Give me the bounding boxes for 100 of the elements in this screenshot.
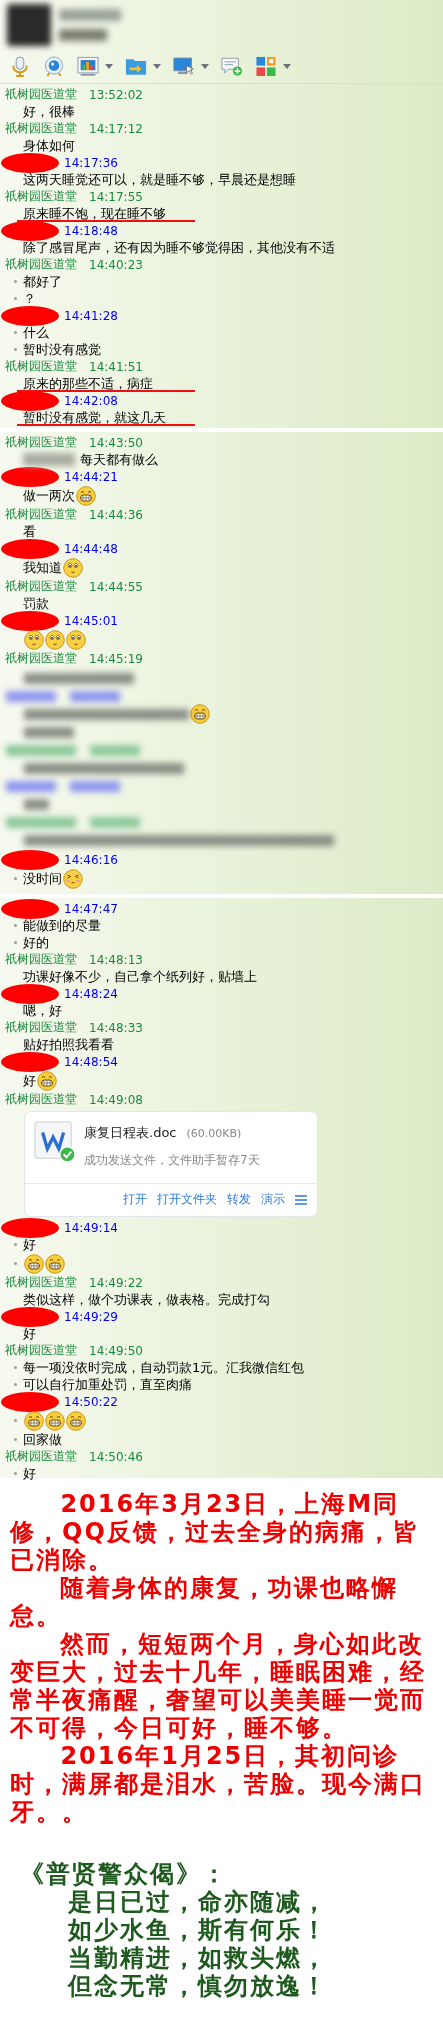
note-paragraph: 2016年1月25日，其初问诊时，满屏都是泪水，苦脸。现今满口牙。。 [10, 1742, 427, 1826]
message-text: 看 [23, 523, 36, 540]
sender-name: 祇树园医道堂 [4, 1274, 77, 1291]
sender-name: 祇树园医道堂 [4, 506, 77, 523]
blurred-text [6, 744, 76, 756]
file-action-link[interactable]: 转发 [227, 1191, 251, 1208]
verse-line: 如少水鱼，斯有何乐！ [67, 1916, 329, 1944]
message-time: 14:17:36 [64, 155, 118, 170]
redaction-mark [1, 390, 59, 411]
message-time: 14:49:14 [64, 1220, 118, 1235]
message-time: 14:48:13 [89, 952, 143, 967]
smiling-face-icon [63, 557, 83, 578]
message-time: 14:18:48 [64, 223, 118, 238]
monitor-cursor-icon [173, 56, 195, 77]
caret-icon [201, 64, 209, 69]
message-text: 好 [23, 1072, 36, 1089]
blurred-avatar [7, 4, 51, 46]
message-time: 14:41:51 [89, 359, 143, 374]
app-grid-icon [255, 56, 277, 77]
message-text: 都好了 [23, 273, 62, 290]
chart-screen-icon [77, 56, 99, 77]
message-text: 这两天睡觉还可以，就是睡不够，早晨还是想睡 [23, 171, 296, 188]
message-text: ？ [23, 290, 36, 307]
redaction-mark [1, 1306, 59, 1327]
message-text: 身体如何 [23, 137, 75, 154]
message-time: 14:42:08 [64, 393, 118, 408]
message-time: 14:45:01 [64, 613, 118, 628]
smiling-face-icon [24, 629, 44, 650]
message-time: 14:45:19 [89, 651, 143, 666]
sender-name: 祇树园医道堂 [4, 256, 77, 273]
note-paragraph: 2016年3月23日，上海M同修，QQ反馈，过去全身的病痛，皆已消除。 [10, 1490, 420, 1574]
blurred-text [6, 690, 56, 702]
message-time: 14:47:47 [64, 901, 118, 916]
blurred-text [59, 29, 107, 41]
sender-name: 祇树园医道堂 [4, 188, 77, 205]
redaction-mark [1, 538, 59, 559]
redaction-mark [1, 1217, 59, 1238]
redaction-mark [1, 849, 59, 870]
chat-add-button[interactable] [221, 56, 243, 77]
message-text: 原来睡不饱，现在睡不够 [23, 205, 166, 222]
message-text: 好 [23, 1325, 36, 1342]
redaction-mark [1, 466, 59, 487]
sender-name: 祇树园医道堂 [4, 1091, 77, 1108]
message-text: 回家做 [23, 1431, 62, 1448]
message-time: 14:44:36 [89, 507, 143, 522]
grinning-face-icon [76, 485, 96, 506]
folder-arrow-icon [125, 56, 147, 77]
redaction-mark [1, 1391, 59, 1412]
message-time: 14:50:46 [89, 1449, 143, 1464]
message-time: 14:49:29 [64, 1309, 118, 1324]
message-time: 14:41:28 [64, 308, 118, 323]
redaction-mark [1, 898, 59, 919]
note-paragraph: 然而，短短两个月，身心如此改变巨大，过去十几年，睡眠困难，经常半夜痛醒，奢望可以美美睡一觉而不可得，今日可好，睡不够。 [10, 1630, 427, 1742]
sender-name: 祇树园医道堂 [4, 1342, 77, 1359]
folder-button[interactable] [125, 56, 161, 77]
webcam-icon [43, 56, 65, 77]
redaction-mark [1, 983, 59, 1004]
file-status: 成功发送文件，文件助手暂存7天 [84, 1152, 260, 1169]
grinning-face-icon [66, 1410, 86, 1431]
message-time: 14:43:50 [89, 435, 143, 450]
verse-line: 当勤精进，如救头燃， [67, 1944, 329, 1972]
blurred-text [70, 690, 120, 702]
smiling-face-icon [66, 629, 86, 650]
sender-name: 祇树园医道堂 [4, 650, 77, 667]
monitor-button[interactable] [173, 56, 209, 77]
sender-name: 祇树园医道堂 [4, 578, 77, 595]
chat-add-icon [221, 56, 243, 77]
file-action-link[interactable]: 打开 [123, 1191, 147, 1208]
smiling-face-icon [45, 629, 65, 650]
message-text: 能做到的尽量 [23, 917, 101, 934]
message-text: 嗯，好 [23, 1002, 62, 1019]
message-time: 14:50:22 [64, 1394, 118, 1409]
file-size: (60.00KB) [186, 1127, 242, 1140]
blurred-text [70, 780, 120, 792]
redaction-mark [1, 305, 59, 326]
menu-icon[interactable] [295, 1194, 307, 1205]
message-time: 14:17:55 [89, 189, 143, 204]
message-text: 没时间 [23, 870, 62, 887]
message-time: 14:44:55 [89, 579, 143, 594]
file-action-link[interactable]: 打开文件夹 [157, 1191, 217, 1208]
file-action-link[interactable]: 演示 [261, 1191, 285, 1208]
message-text: 做一两次 [23, 487, 75, 504]
file-name: 康复日程表.doc [84, 1124, 177, 1142]
message-text: 除了感冒尾声，还有因为睡不够觉得困，其他没有不适 [23, 239, 335, 256]
chart-button[interactable] [77, 56, 113, 77]
redaction-mark [1, 152, 59, 173]
sender-name: 祇树园医道堂 [4, 434, 77, 451]
message-text: 我知道 [23, 559, 62, 576]
message-time: 14:49:22 [89, 1275, 143, 1290]
apps-button[interactable] [255, 56, 291, 77]
message-time: 14:48:33 [89, 1020, 143, 1035]
redaction-mark [1, 1051, 59, 1072]
webcam-button[interactable] [43, 56, 65, 77]
blushing-face-icon [63, 868, 83, 889]
redaction-mark [1, 610, 59, 631]
grinning-face-icon [45, 1410, 65, 1431]
message-text: 类似这样，做个功课表，做表格。完成打勾 [23, 1291, 270, 1308]
grinning-face-icon [24, 1410, 44, 1431]
message-text: 每天都有做么 [80, 451, 158, 468]
sender-name: 祇树园医道堂 [4, 1019, 77, 1036]
